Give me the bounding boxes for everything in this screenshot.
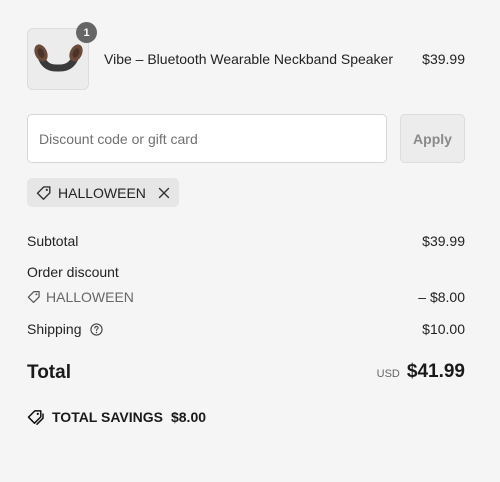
total-label: Total <box>27 362 71 383</box>
product-name: Vibe – Bluetooth Wearable Neckband Speak… <box>104 51 394 67</box>
shipping-value: $10.00 <box>422 321 465 337</box>
savings-value: $8.00 <box>170 409 207 425</box>
subtotal-label: Subtotal <box>27 233 79 249</box>
shipping-label: Shipping <box>27 321 82 337</box>
discount-detail: HALLOWEEN <box>27 289 134 305</box>
applied-discount-chip: HALLOWEEN <box>27 178 179 207</box>
product-price: $39.99 <box>422 51 465 67</box>
tag-icon <box>27 290 41 304</box>
savings-label: TOTAL SAVINGS <box>52 409 163 425</box>
shipping-row: Shipping $10.00 <box>27 321 465 337</box>
order-discount-row: Order discount <box>27 264 465 280</box>
order-discount-label: Order discount <box>27 264 119 280</box>
currency-code: USD <box>376 368 400 380</box>
discount-code-input[interactable] <box>27 114 387 163</box>
apply-discount-button[interactable]: Apply <box>400 114 465 163</box>
subtotal-value: $39.99 <box>422 233 465 249</box>
quantity-badge: 1 <box>76 22 97 43</box>
discount-value: – $8.00 <box>418 289 465 305</box>
close-icon[interactable] <box>158 187 170 199</box>
double-tag-icon <box>27 409 45 425</box>
discount-code: HALLOWEEN <box>46 289 134 305</box>
total-savings: TOTAL SAVINGS $8.00 <box>27 409 206 425</box>
applied-discount-code: HALLOWEEN <box>58 184 146 201</box>
subtotal-row: Subtotal $39.99 <box>27 233 465 249</box>
tag-icon <box>36 185 52 201</box>
total-value: $41.99 <box>406 361 465 382</box>
question-circle-icon[interactable] <box>90 323 104 336</box>
total-amount: USD $41.99 <box>377 361 465 383</box>
cart-line-item: 1 Vibe – Bluetooth Wearable Neckband Spe… <box>27 22 465 90</box>
discount-detail-row: HALLOWEEN – $8.00 <box>27 289 465 305</box>
